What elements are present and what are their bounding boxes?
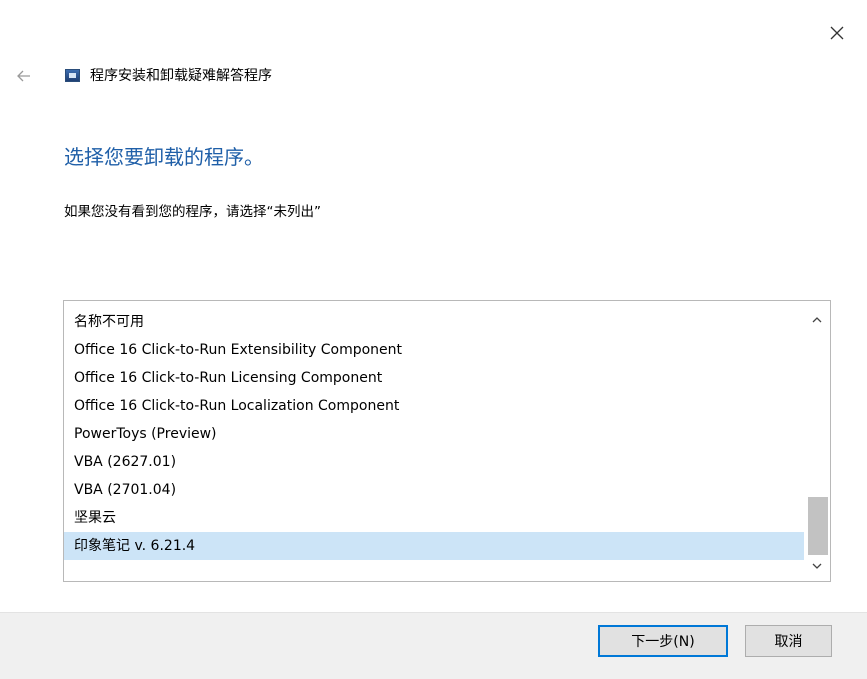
list-item[interactable]: PowerToys (Preview) bbox=[64, 420, 804, 448]
scroll-down-button[interactable] bbox=[804, 555, 830, 577]
button-bar bbox=[0, 612, 867, 679]
back-button[interactable] bbox=[12, 64, 36, 88]
next-button[interactable]: 下一步(N) bbox=[598, 625, 728, 657]
list-item[interactable]: VBA (2627.01) bbox=[64, 448, 804, 476]
program-list[interactable]: 名称不可用 Office 16 Click-to-Run Extensibili… bbox=[63, 300, 831, 582]
program-list-items: 名称不可用 Office 16 Click-to-Run Extensibili… bbox=[64, 308, 804, 560]
list-item[interactable]: Office 16 Click-to-Run Licensing Compone… bbox=[64, 364, 804, 392]
vertical-scrollbar[interactable] bbox=[804, 301, 830, 581]
cancel-button[interactable]: 取消 bbox=[745, 625, 832, 657]
scroll-thumb[interactable] bbox=[808, 497, 828, 555]
close-icon bbox=[830, 26, 844, 40]
instruction-text: 如果您没有看到您的程序，请选择“未列出” bbox=[64, 204, 321, 220]
list-item[interactable]: 坚果云 bbox=[64, 504, 804, 532]
troubleshooter-icon bbox=[65, 69, 80, 82]
list-item[interactable]: 名称不可用 bbox=[64, 308, 804, 336]
list-item[interactable]: Office 16 Click-to-Run Localization Comp… bbox=[64, 392, 804, 420]
list-item-selected[interactable]: 印象笔记 v. 6.21.4 bbox=[64, 532, 804, 560]
list-item[interactable]: Office 16 Click-to-Run Extensibility Com… bbox=[64, 336, 804, 364]
back-arrow-icon bbox=[17, 70, 30, 82]
chevron-down-icon bbox=[812, 563, 822, 569]
close-button[interactable] bbox=[822, 18, 852, 48]
window-title: 程序安装和卸载疑难解答程序 bbox=[90, 68, 272, 84]
scroll-up-button[interactable] bbox=[804, 309, 830, 331]
page-heading: 选择您要卸载的程序。 bbox=[64, 145, 264, 169]
chevron-up-icon bbox=[812, 317, 822, 323]
list-item[interactable]: VBA (2701.04) bbox=[64, 476, 804, 504]
